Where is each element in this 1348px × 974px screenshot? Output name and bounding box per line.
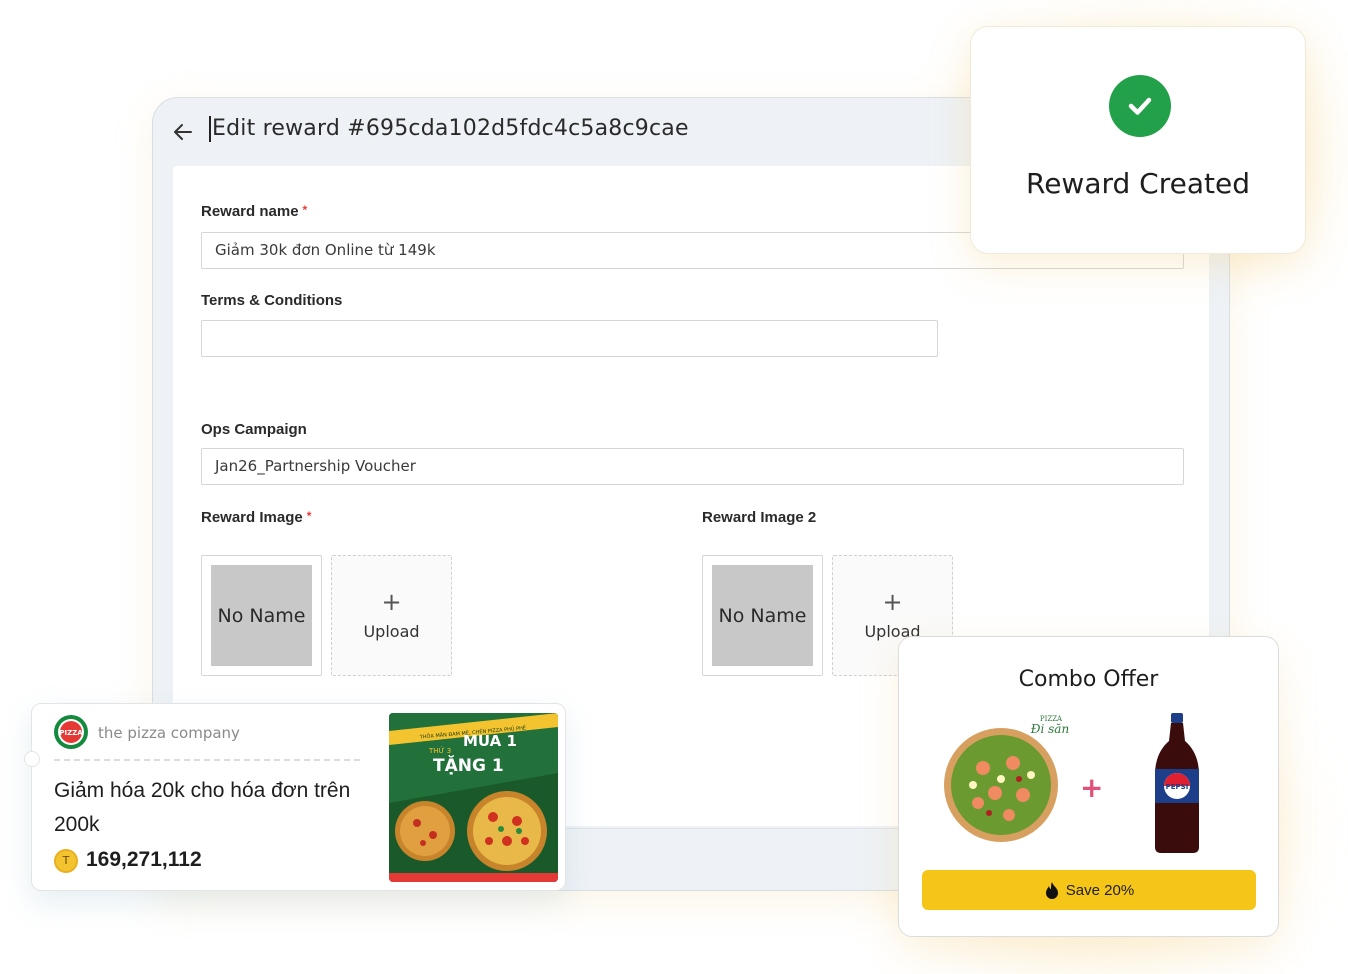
page-title-text: Edit reward #695cda102d5fdc4c5a8c9cae <box>212 116 689 141</box>
text-cursor <box>209 116 211 142</box>
promo-image: THỎA MÃN ĐAM MÊ, CHÉN PIZZA PHỦ PHÊ THỨ … <box>389 713 558 882</box>
reward-image-2-label: Reward Image 2 <box>702 509 817 526</box>
dashed-divider <box>54 759 360 761</box>
pepsi-bottle-image: PEPSI <box>1155 713 1199 853</box>
thumb-placeholder: No Name <box>211 565 312 666</box>
plus-icon: + <box>381 588 402 616</box>
promo-headline-2: TẶNG 1 <box>433 754 504 776</box>
reward-image-label: Reward Image * <box>201 509 312 526</box>
ops-campaign-input[interactable]: Jan26_Partnership Voucher <box>201 448 1184 485</box>
combo-title: Combo Offer <box>1018 667 1159 692</box>
back-arrow-icon[interactable] <box>171 120 195 144</box>
pizza-image: PIZZA Đi săn <box>944 715 1069 842</box>
terms-input[interactable] <box>201 320 938 357</box>
thumb-placeholder: No Name <box>712 565 813 666</box>
voucher-card[interactable]: PIZZA the pizza company Giảm hóa 20k cho… <box>24 703 566 891</box>
reward-image-2-thumb[interactable]: No Name <box>702 555 823 676</box>
promo-day: THỨ 3 <box>428 746 451 755</box>
required-mark: * <box>306 509 312 523</box>
toast-message: Reward Created <box>1026 167 1250 200</box>
page-title: Edit reward #695cda102d5fdc4c5a8c9cae <box>209 116 689 142</box>
voucher-title: Giảm hóa 20k cho hóa đơn trên 200k <box>54 779 351 836</box>
save-label: Save 20% <box>1065 881 1135 899</box>
reward-image-upload-button[interactable]: + Upload <box>331 555 452 676</box>
save-button[interactable]: Save 20% <box>922 870 1256 910</box>
coin-icon: T <box>54 849 78 873</box>
plus-icon: + <box>882 588 903 616</box>
ops-campaign-label: Ops Campaign <box>201 421 307 438</box>
reward-image-thumb[interactable]: No Name <box>201 555 322 676</box>
required-mark: * <box>302 203 308 217</box>
reward-name-label: Reward name * <box>201 203 308 220</box>
brand-name: the pizza company <box>98 724 240 742</box>
bottle-label: PEPSI <box>1166 783 1189 791</box>
flame-icon <box>1045 882 1058 899</box>
reward-created-toast: Reward Created <box>970 26 1306 254</box>
pizza-company-logo: PIZZA <box>54 715 88 749</box>
upload-label: Upload <box>363 622 420 641</box>
ticket-notch <box>24 751 40 767</box>
plus-icon: + <box>1080 771 1104 804</box>
logo-text: PIZZA <box>59 729 83 737</box>
terms-label: Terms & Conditions <box>201 292 343 309</box>
promo-headline-1: MUA 1 <box>463 732 517 750</box>
combo-offer-card: Combo Offer PIZZA Đi săn + PEPSI Save 20… <box>898 636 1279 937</box>
points-value: 169,271,112 <box>86 848 202 871</box>
check-icon <box>1109 75 1171 137</box>
pizza-tag: Đi săn <box>1030 722 1069 736</box>
